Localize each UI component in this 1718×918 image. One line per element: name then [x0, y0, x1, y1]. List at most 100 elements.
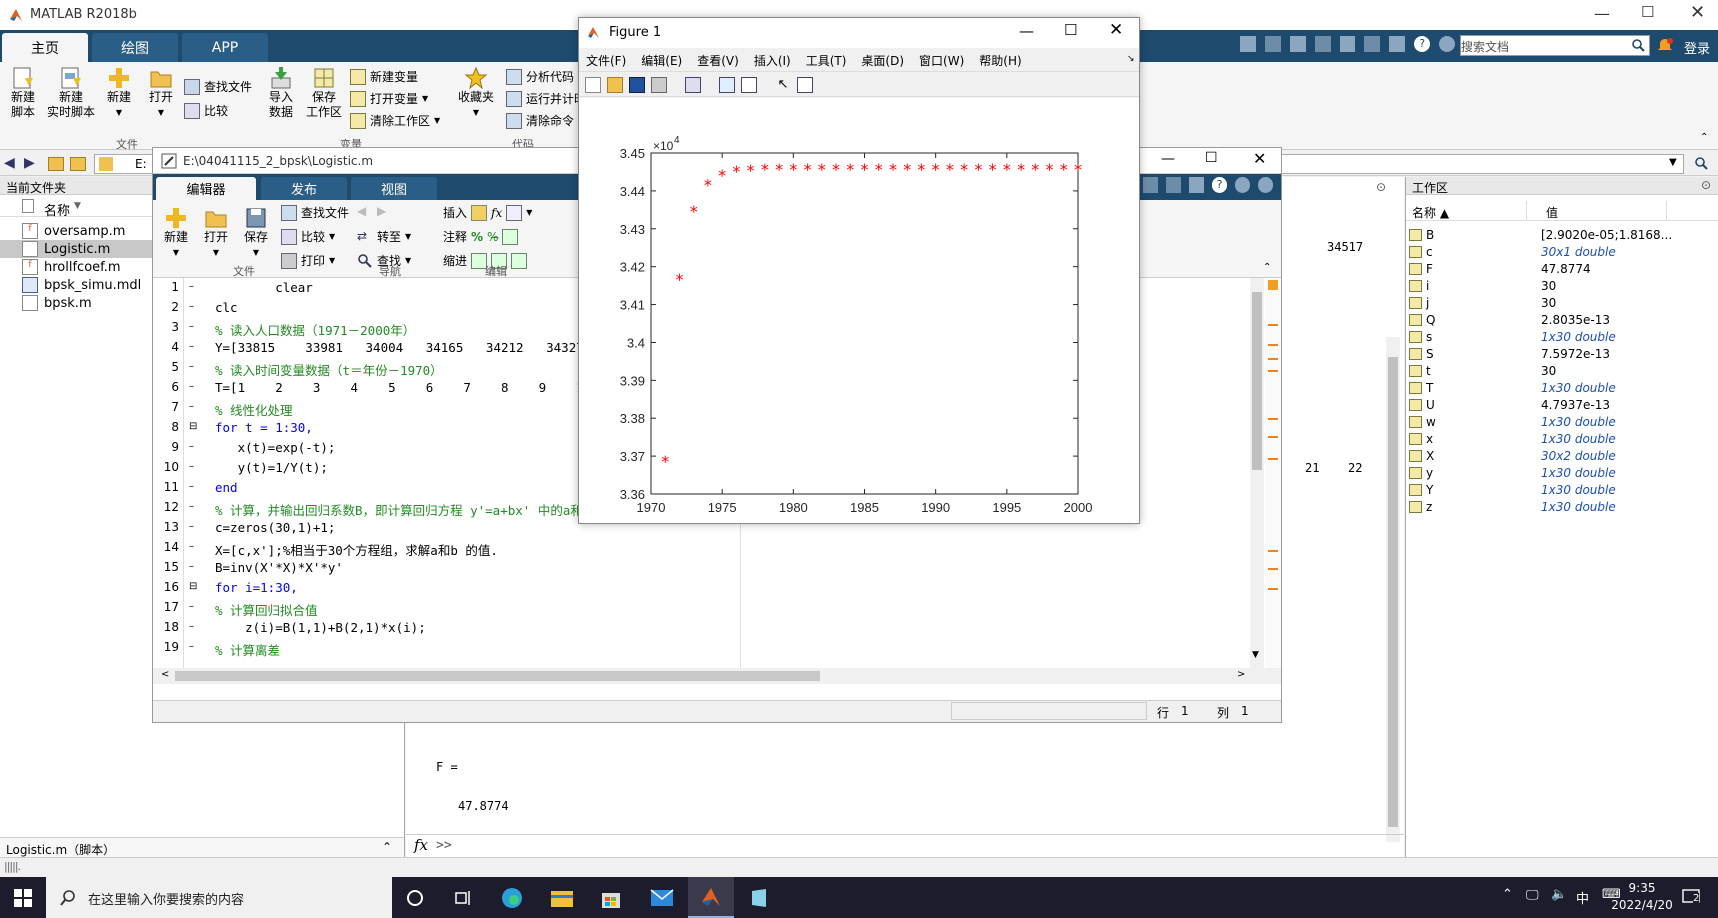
warning-indicator[interactable]: [1268, 280, 1278, 290]
workspace-variable-row[interactable]: U 4.7937e-13: [1406, 397, 1718, 414]
print-figure-icon[interactable]: [651, 77, 667, 93]
path-dropdown-icon[interactable]: ▼: [1669, 157, 1677, 168]
editor-find-files-button[interactable]: 查找文件: [281, 204, 349, 221]
tab-editor[interactable]: 编辑器: [156, 177, 256, 200]
editor-new-button[interactable]: 新建 ▼: [161, 206, 191, 260]
code-horizontal-scrollbar[interactable]: < >: [153, 668, 1281, 684]
cmd-prompt-bar[interactable]: fx >>: [406, 834, 1404, 857]
property-inspector-icon[interactable]: [797, 77, 813, 93]
editor-open-button[interactable]: 打开 ▼: [201, 206, 231, 260]
store-icon[interactable]: [600, 887, 622, 909]
uncomment-icon[interactable]: %̶: [487, 230, 498, 244]
insert-button[interactable]: 插入 fx ▼: [443, 204, 532, 221]
code-line[interactable]: B=inv(X'*X)*X'*y': [215, 560, 343, 575]
figure-minimize-button[interactable]: —: [1019, 22, 1034, 40]
file-item[interactable]: f hrollfcoef.m: [22, 258, 121, 276]
fx-icon[interactable]: fx: [414, 836, 428, 854]
workspace-column-header[interactable]: 名称 ▲ 值: [1406, 201, 1718, 221]
scatter-chart[interactable]: 1970 1975 1980 1985 1990 1995 2000 3.36 3.37 3.38…: [579, 98, 1139, 523]
workspace-variable-row[interactable]: y 1x30 double: [1406, 465, 1718, 482]
code-line[interactable]: % 线性化处理: [215, 400, 293, 419]
taskbar-search-box[interactable]: 在这里输入你要搜索的内容: [46, 877, 392, 918]
action-center-button[interactable]: 2: [1682, 887, 1704, 907]
notification-bell-icon[interactable]: [1656, 37, 1674, 55]
code-line[interactable]: Y=[33815 33981 34004 34165 34212 34327: [215, 340, 584, 355]
nav-back-forward[interactable]: ◀ ▶: [357, 204, 393, 220]
clock-date[interactable]: 2022/4/20: [1600, 898, 1684, 912]
edge-browser-icon[interactable]: [500, 887, 524, 909]
figure-menu-item[interactable]: 文件(F): [579, 48, 634, 70]
code-line[interactable]: x(t)=exp(-t);: [215, 440, 336, 455]
help-icon[interactable]: ?: [1212, 177, 1227, 193]
save-workspace-button[interactable]: 保存 工作区: [306, 66, 342, 120]
task-view-icon[interactable]: [454, 889, 472, 907]
insert-colorbar-icon[interactable]: [719, 77, 735, 93]
notepad-app-icon[interactable]: [748, 887, 770, 909]
comment-button[interactable]: 注释% %̶: [443, 228, 519, 245]
code-line[interactable]: % 读入人口数据（1971－2000年）: [215, 320, 415, 339]
new-figure-icon[interactable]: [585, 77, 601, 93]
workspace-variable-row[interactable]: Y 1x30 double: [1406, 482, 1718, 499]
open-button[interactable]: 打开 ▼: [146, 66, 176, 120]
insert-section-icon[interactable]: [471, 204, 488, 221]
file-item[interactable]: bpsk_simu.mdl: [22, 276, 141, 294]
switch-windows-icon[interactable]: [1389, 36, 1406, 52]
workspace-variable-row[interactable]: j 30: [1406, 295, 1718, 312]
code-line[interactable]: % 计算离差: [215, 640, 280, 659]
code-line[interactable]: % 读入时间变量数据（t＝年份－1970）: [215, 360, 443, 379]
tab-apps[interactable]: APP: [182, 33, 268, 62]
scroll-right-icon[interactable]: >: [1237, 669, 1245, 680]
analyze-code-button[interactable]: 分析代码: [506, 68, 574, 85]
search-docs-field[interactable]: 搜索文档: [1460, 35, 1650, 56]
nav-back-icon[interactable]: ◀: [357, 204, 373, 220]
scroll-left-icon[interactable]: <: [161, 669, 169, 680]
ws-name-column[interactable]: 名称 ▲: [1412, 204, 1449, 221]
code-line[interactable]: clc: [215, 300, 238, 315]
minimize-button[interactable]: —: [1594, 4, 1610, 23]
redo-icon[interactable]: [1166, 177, 1181, 193]
forward-arrow-icon[interactable]: ▶: [24, 155, 35, 171]
code-analyzer-bar[interactable]: [1265, 278, 1281, 668]
code-line[interactable]: end: [215, 480, 238, 495]
layout-icon[interactable]: [1189, 177, 1204, 193]
favorites-button[interactable]: 收藏夹 ▼: [458, 66, 494, 120]
workspace-variable-row[interactable]: B [2.9020e-05;1.8168...: [1406, 227, 1718, 244]
code-line[interactable]: X=[c,x'];%相当于30个方程组，求解a和b 的值.: [215, 540, 498, 559]
insert-legend-icon[interactable]: [741, 77, 757, 93]
up-folder-icon[interactable]: [48, 157, 64, 171]
cmd-window-menu-icon[interactable]: ⊙: [1376, 180, 1386, 194]
dock-icon[interactable]: [1258, 177, 1273, 193]
comment-icon[interactable]: %: [471, 230, 483, 244]
figure-menu-item[interactable]: 窗口(W): [912, 48, 972, 70]
insert-fx-icon[interactable]: fx: [491, 206, 502, 220]
code-line[interactable]: for i=1:30,: [215, 580, 298, 595]
wrap-comments-icon[interactable]: [502, 228, 519, 245]
ime-indicator[interactable]: 中: [1576, 888, 1589, 907]
collapse-ribbon-icon[interactable]: ⌃: [1700, 132, 1708, 143]
code-line[interactable]: c=zeros(30,1)+1;: [215, 520, 335, 535]
workspace-variable-row[interactable]: X 30x2 double: [1406, 448, 1718, 465]
workspace-variable-row[interactable]: s 1x30 double: [1406, 329, 1718, 346]
code-vertical-scrollbar[interactable]: ▼: [1250, 278, 1264, 668]
file-item[interactable]: f oversamp.m: [22, 222, 125, 240]
figure-menu-item[interactable]: 编辑(E): [634, 48, 690, 70]
mail-icon[interactable]: [650, 889, 674, 907]
figure-menu-item[interactable]: 帮助(H): [972, 48, 1029, 70]
new-button[interactable]: 新建 ▼: [104, 66, 134, 120]
editor-minimize-button[interactable]: —: [1161, 151, 1175, 167]
figure-dock-icon[interactable]: ↘: [1127, 54, 1135, 64]
tab-publish[interactable]: 发布: [261, 177, 347, 200]
windows-start-icon[interactable]: [14, 889, 32, 907]
workspace-variable-row[interactable]: S 7.5972e-13: [1406, 346, 1718, 363]
editor-print-button[interactable]: 打印 ▼: [281, 252, 335, 269]
link-plot-icon[interactable]: [685, 77, 701, 93]
workspace-variable-row[interactable]: x 1x30 double: [1406, 431, 1718, 448]
path-search-icon[interactable]: [1695, 157, 1709, 171]
taskbar-matlab-app[interactable]: [688, 877, 734, 918]
insert-function-icon[interactable]: [506, 204, 523, 221]
volume-icon[interactable]: 🔈: [1551, 887, 1567, 902]
name-column-header[interactable]: 名称: [44, 200, 70, 219]
save-figure-icon[interactable]: [629, 77, 645, 93]
file-explorer-icon[interactable]: [550, 888, 574, 908]
maximize-button[interactable]: ☐: [1641, 3, 1654, 21]
